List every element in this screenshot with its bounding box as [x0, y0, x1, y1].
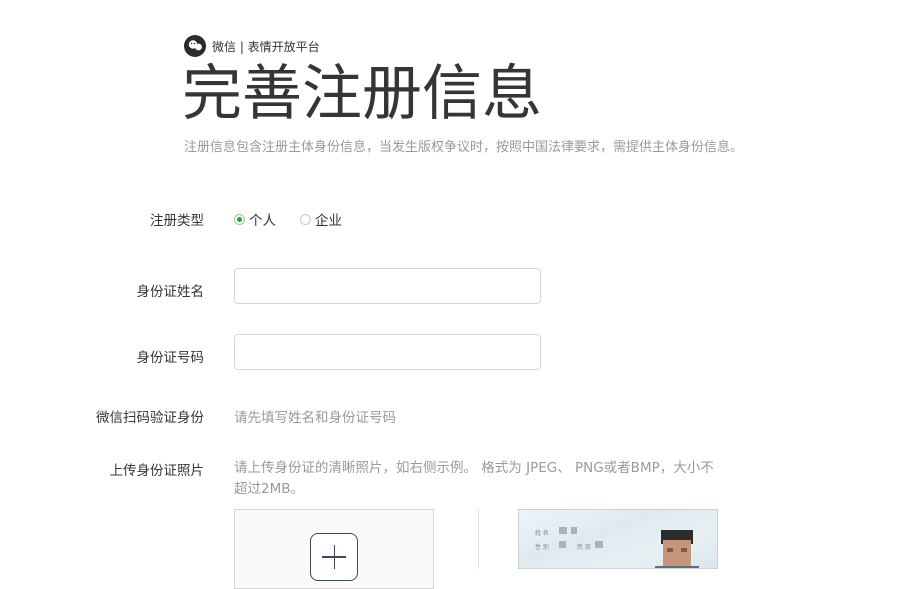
scan-verify-label: 微信扫码验证身份 [96, 410, 204, 426]
upload-dropzone[interactable] [234, 509, 434, 589]
sample-blur-block [571, 527, 577, 534]
page-title: 完善注册信息 [182, 59, 542, 129]
sample-blur-block [559, 527, 567, 534]
scan-verify-hint: 请先填写姓名和身份证号码 [234, 410, 396, 426]
radio-enterprise[interactable]: 企业 [300, 209, 342, 229]
sample-portrait-icon [655, 530, 699, 568]
radio-enterprise-indicator[interactable] [300, 213, 311, 225]
sample-gender-label: 性 别 [535, 544, 549, 551]
radio-personal-label: 个人 [249, 213, 276, 229]
sample-blur-block [595, 541, 603, 548]
sample-name-label: 姓 名 [535, 530, 549, 537]
id-number-input[interactable] [234, 334, 541, 370]
id-name-label: 身份证姓名 [136, 284, 205, 300]
upload-divider [478, 509, 479, 569]
id-number-label: 身份证号码 [136, 350, 205, 366]
upload-hint: 请上传身份证的清晰照片，如右侧示例。 格式为 JPEG、 PNG或者BMP，大小… [234, 460, 714, 497]
radio-personal[interactable]: 个人 [234, 209, 276, 229]
id-name-input[interactable] [234, 268, 541, 304]
type-radio-group: 个人 企业 [234, 209, 342, 229]
brand-name: 微信 | 表情开放平台 [212, 39, 320, 54]
type-label: 注册类型 [150, 213, 204, 229]
upload-id-label: 上传身份证照片 [109, 463, 205, 479]
page-description: 注册信息包含注册主体身份信息，当发生版权争议时，按照中国法律要求，需提供主体身份… [184, 140, 744, 155]
sample-nation-label: 民 族 [577, 544, 591, 551]
brand-header: 微信 | 表情开放平台 [184, 35, 320, 57]
sample-id-card-image: 姓 名 性 别 民 族 [518, 509, 718, 569]
add-photo-icon[interactable] [310, 533, 358, 581]
sample-blur-block [559, 541, 566, 548]
radio-enterprise-label: 企业 [315, 213, 342, 229]
radio-personal-indicator[interactable] [234, 213, 245, 225]
wechat-logo-icon [184, 35, 206, 57]
